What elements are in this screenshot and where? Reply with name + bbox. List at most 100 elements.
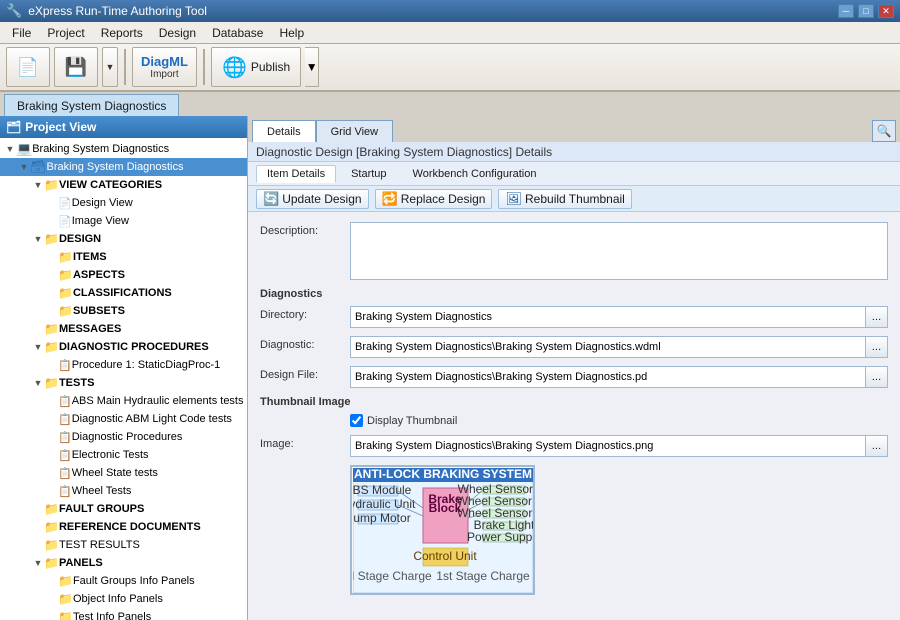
- toggle-icon[interactable]: ▼: [4, 143, 16, 155]
- image-input[interactable]: [350, 435, 866, 457]
- doc-tab-braking[interactable]: Braking System Diagnostics: [4, 94, 179, 116]
- tree-label: FAULT GROUPS: [59, 503, 144, 515]
- directory-browse-button[interactable]: …: [866, 306, 888, 328]
- tree-item-17[interactable]: 📋Diagnostic Procedures: [0, 428, 247, 446]
- maximize-button[interactable]: □: [858, 4, 874, 18]
- breadcrumb-text: Diagnostic Design [Braking System Diagno…: [256, 145, 552, 159]
- tab-details[interactable]: Details: [252, 120, 316, 142]
- sub-tab-startup[interactable]: Startup: [340, 165, 397, 183]
- tree-item-1[interactable]: ▼💻Braking System Diagnostics: [0, 140, 247, 158]
- tree-item-16[interactable]: 📋Diagnostic ABM Light Code tests: [0, 410, 247, 428]
- sub-tab-item-details[interactable]: Item Details: [256, 165, 336, 183]
- update-icon: 🔄: [263, 191, 279, 207]
- toggle-icon[interactable]: ▼: [32, 377, 44, 389]
- description-field[interactable]: [350, 222, 888, 280]
- design-file-label: Design File:: [260, 366, 350, 381]
- tree-item-23[interactable]: 📁TEST RESULTS: [0, 536, 247, 554]
- svg-text:Control Unit: Control Unit: [413, 549, 477, 563]
- menu-help[interactable]: Help: [271, 24, 312, 42]
- diagnostic-browse-button[interactable]: …: [866, 336, 888, 358]
- form-content: Description: Diagnostics Directory: … Di…: [248, 212, 900, 620]
- separator-2: [203, 49, 205, 85]
- tree-item-26[interactable]: 📁Object Info Panels: [0, 590, 247, 608]
- svg-text:Pump Motor: Pump Motor: [353, 511, 411, 525]
- tree-item-14[interactable]: ▼📁TESTS: [0, 374, 247, 392]
- diagnostic-input[interactable]: [350, 336, 866, 358]
- menu-database[interactable]: Database: [204, 24, 271, 42]
- tree-item-4[interactable]: 📄Design View: [0, 194, 247, 212]
- tree-item-7[interactable]: 📁ITEMS: [0, 248, 247, 266]
- tree-label: PANELS: [59, 557, 103, 569]
- tree-item-2[interactable]: ▼🗃Braking System Diagnostics: [0, 158, 247, 176]
- tree-item-10[interactable]: 📁SUBSETS: [0, 302, 247, 320]
- breadcrumb: Diagnostic Design [Braking System Diagno…: [248, 142, 900, 162]
- tree-item-15[interactable]: 📋ABS Main Hydraulic elements tests: [0, 392, 247, 410]
- minimize-button[interactable]: ─: [838, 4, 854, 18]
- image-browse-button[interactable]: …: [866, 435, 888, 457]
- tree-item-6[interactable]: ▼📁DESIGN: [0, 230, 247, 248]
- action-bar: 🔄 Update Design 🔁 Replace Design 🖼 Rebui…: [248, 186, 900, 212]
- tab-grid-view[interactable]: Grid View: [316, 120, 393, 142]
- tree-item-20[interactable]: 📋Wheel Tests: [0, 482, 247, 500]
- directory-field-group: …: [350, 306, 888, 328]
- diagml-sub: Import: [150, 69, 178, 80]
- replace-label: Replace Design: [401, 192, 486, 206]
- toggle-icon[interactable]: ▼: [32, 233, 44, 245]
- publish-button[interactable]: 🌐 Publish: [211, 47, 301, 87]
- tree-item-13[interactable]: 📋Procedure 1: StaticDiagProc-1: [0, 356, 247, 374]
- toggle-icon[interactable]: ▼: [18, 161, 30, 173]
- svg-text:1st Stage Charge: 1st Stage Charge: [436, 569, 530, 583]
- tree-item-25[interactable]: 📁Fault Groups Info Panels: [0, 572, 247, 590]
- tree-item-8[interactable]: 📁ASPECTS: [0, 266, 247, 284]
- doc-tab-bar: Braking System Diagnostics: [0, 92, 900, 116]
- tree-item-19[interactable]: 📋Wheel State tests: [0, 464, 247, 482]
- diagnostics-section-title: Diagnostics: [260, 288, 888, 300]
- menu-project[interactable]: Project: [39, 24, 92, 42]
- tree-view: ▼💻Braking System Diagnostics▼🗃Braking Sy…: [0, 138, 247, 620]
- update-design-button[interactable]: 🔄 Update Design: [256, 189, 369, 209]
- tree-item-11[interactable]: 📁MESSAGES: [0, 320, 247, 338]
- design-file-row: Design File: …: [260, 366, 888, 388]
- app-icon: 🔧: [6, 3, 22, 19]
- project-panel: 🗂 Project View ▼💻Braking System Diagnost…: [0, 116, 248, 620]
- project-panel-title: Project View: [25, 120, 96, 134]
- design-file-input[interactable]: [350, 366, 866, 388]
- design-file-browse-button[interactable]: …: [866, 366, 888, 388]
- diagml-import-button[interactable]: DiagML Import: [132, 47, 197, 87]
- save-button[interactable]: 💾: [54, 47, 98, 87]
- directory-input[interactable]: [350, 306, 866, 328]
- tree-item-5[interactable]: 📄Image View: [0, 212, 247, 230]
- display-thumbnail-checkbox[interactable]: [350, 414, 363, 427]
- tree-item-27[interactable]: 📁Test Info Panels: [0, 608, 247, 620]
- tree-item-18[interactable]: 📋Electronic Tests: [0, 446, 247, 464]
- search-button[interactable]: 🔍: [872, 120, 896, 142]
- menu-file[interactable]: File: [4, 24, 39, 42]
- close-button[interactable]: ✕: [878, 4, 894, 18]
- toggle-icon[interactable]: ▼: [32, 557, 44, 569]
- tree-item-22[interactable]: 📁REFERENCE DOCUMENTS: [0, 518, 247, 536]
- menu-design[interactable]: Design: [151, 24, 204, 42]
- thumbnail-preview: ANTI-LOCK BRAKING SYSTEM ABS Module Hydr…: [350, 465, 535, 595]
- diagnostic-label: Diagnostic:: [260, 336, 350, 351]
- tree-item-24[interactable]: ▼📁PANELS: [0, 554, 247, 572]
- publish-dropdown-button[interactable]: ▼: [305, 47, 319, 87]
- svg-text:Power Supply: Power Supply: [466, 530, 532, 544]
- menu-reports[interactable]: Reports: [93, 24, 151, 42]
- title-bar-text: eXpress Run-Time Authoring Tool: [28, 4, 207, 18]
- tree-item-12[interactable]: ▼📁DIAGNOSTIC PROCEDURES: [0, 338, 247, 356]
- new-button[interactable]: 📄: [6, 47, 50, 87]
- tree-label: CLASSIFICATIONS: [73, 287, 172, 299]
- save-dropdown-button[interactable]: ▼: [102, 47, 118, 87]
- tree-label: DIAGNOSTIC PROCEDURES: [59, 341, 209, 353]
- tree-item-3[interactable]: ▼📁VIEW CATEGORIES: [0, 176, 247, 194]
- svg-text:ANTI-LOCK BRAKING SYSTEM: ANTI-LOCK BRAKING SYSTEM: [354, 468, 532, 481]
- sub-tab-workbench[interactable]: Workbench Configuration: [402, 165, 548, 183]
- description-label: Description:: [260, 222, 350, 237]
- rebuild-thumbnail-button[interactable]: 🖼 Rebuild Thumbnail: [498, 189, 631, 209]
- replace-design-button[interactable]: 🔁 Replace Design: [375, 189, 493, 209]
- tree-label: Image View: [72, 215, 129, 227]
- toggle-icon[interactable]: ▼: [32, 179, 44, 191]
- tree-item-9[interactable]: 📁CLASSIFICATIONS: [0, 284, 247, 302]
- tree-item-21[interactable]: 📁FAULT GROUPS: [0, 500, 247, 518]
- toggle-icon[interactable]: ▼: [32, 341, 44, 353]
